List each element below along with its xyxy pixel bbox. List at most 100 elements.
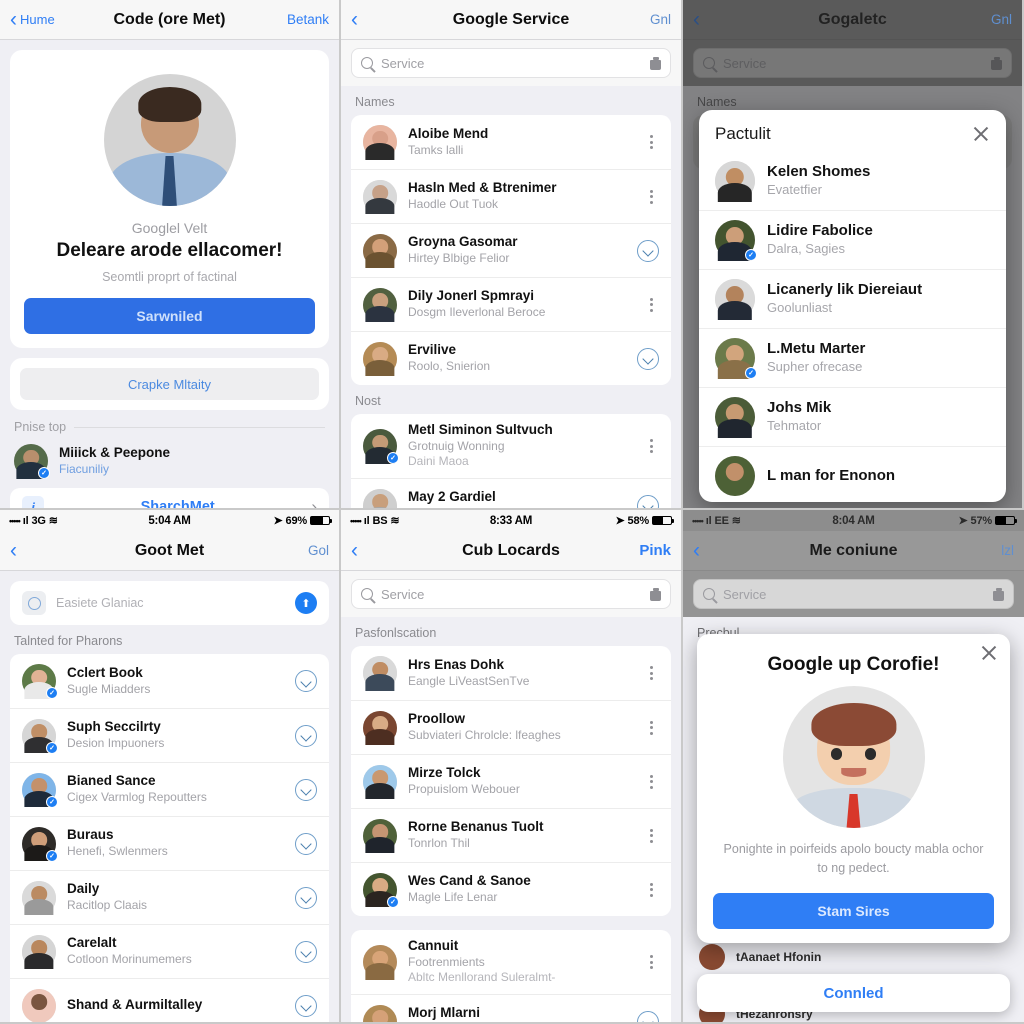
more-options-icon[interactable] <box>643 297 659 312</box>
chevron-left-icon: ‹ <box>10 8 17 31</box>
list-item[interactable]: Cannuit Footrenmients Abltc Menllorand Sul… <box>351 930 671 994</box>
screenshot-grid: ‹ Hume Code (ore Met) Betank Googlel Vel… <box>0 0 1024 1024</box>
list-item[interactable]: ✓ Cclert Book Sugle Miadders <box>10 654 329 708</box>
expand-chevron-icon[interactable] <box>295 724 317 747</box>
list-item[interactable]: ✓ Lidire Fabolice Dalra, Sagies <box>699 210 1006 269</box>
list-item[interactable]: Johs Mik Tehmator <box>699 387 1006 446</box>
back-button-p1[interactable]: ‹ Hume <box>10 9 55 30</box>
list-item[interactable]: ✓ Wes Cand & Sanoe Magle Life Lenar <box>351 862 671 916</box>
contact-name: Metl Siminon Sultvuch <box>408 422 553 437</box>
expand-chevron-icon[interactable] <box>295 994 317 1017</box>
contact-name: Kelen Shomes <box>767 163 871 181</box>
expand-chevron-icon[interactable] <box>637 1010 659 1022</box>
list-item[interactable]: Dily Jonerl Spmrayi Dosgm Ileverlonal Ber… <box>351 277 671 331</box>
more-options-icon[interactable] <box>643 666 659 680</box>
more-options-icon[interactable] <box>643 189 659 204</box>
close-icon[interactable] <box>972 125 990 143</box>
more-options-icon[interactable] <box>643 774 659 789</box>
list-item[interactable]: Licanerly lik Diereiaut Goolunliast <box>699 269 1006 328</box>
list-item[interactable]: Kelen Shomes Evatetfier <box>699 152 1006 210</box>
contact-sub: Eangle LiVeastSenTve <box>408 673 530 688</box>
send-icon[interactable]: ⬆ <box>295 592 317 614</box>
expand-chevron-icon[interactable] <box>295 940 317 963</box>
back-button-p4[interactable]: ‹ <box>10 540 17 561</box>
carrier-dots-icon: ••••• <box>9 515 21 526</box>
back-button-p6[interactable]: ‹ <box>693 540 700 561</box>
ghost-button-card: Crapke Mltaity <box>10 358 329 410</box>
list-item[interactable]: Groyna Gasomar Hirtey Blbige Felior <box>351 223 671 277</box>
search-input[interactable]: Service <box>693 579 1014 609</box>
search-input[interactable]: Service <box>351 579 671 609</box>
contact-name: Johs Mik <box>767 399 832 417</box>
list-item[interactable]: Proollow Subviateri Chrolcle: lfeaghes <box>351 700 671 754</box>
contact-name: Hasln Med & Btrenimer <box>408 180 557 196</box>
back-button-p2[interactable]: ‹ <box>351 9 358 30</box>
avatar: ✓ <box>715 220 757 261</box>
contact-sub: Desion Impuoners <box>67 736 165 751</box>
expand-chevron-icon[interactable] <box>295 832 317 855</box>
list-item[interactable]: Carelalt Cotloon Morinumemers <box>10 924 329 978</box>
nav-action-p5[interactable]: Pink <box>639 542 671 559</box>
nav-action-p2[interactable]: Gnl <box>650 12 671 27</box>
list-item[interactable]: May 2 GardielPutrs, Flour <box>351 478 671 508</box>
list-item[interactable]: Hrs Enas Dohk Eangle LiVeastSenTve <box>351 646 671 700</box>
contact-row-p1[interactable]: ✓ Miiick & Peepone Fiacuniliy <box>0 440 339 488</box>
contact-name: Lidire Fabolice <box>767 222 873 240</box>
more-options-icon[interactable] <box>643 720 659 735</box>
list-item[interactable]: Rorne Benanus Tuolt Tonrlon Thil <box>351 808 671 862</box>
nav-action-p1[interactable]: Betank <box>287 12 329 27</box>
expand-chevron-icon[interactable] <box>295 778 317 801</box>
trash-icon[interactable] <box>993 587 1004 601</box>
primary-action-button[interactable]: Sarwniled <box>24 298 315 334</box>
search-input[interactable]: Service <box>351 48 671 78</box>
close-icon-wrap[interactable] <box>980 644 998 662</box>
nav-action-p4[interactable]: Gol <box>308 543 329 558</box>
nav-action-p3[interactable]: Gnl <box>991 12 1012 27</box>
contact-name: Cclert Book <box>67 664 143 680</box>
list-item[interactable]: ✓ Buraus Henefi, Swlenmers <box>10 816 329 870</box>
more-options-icon[interactable] <box>643 882 659 897</box>
list-item[interactable]: Mirze Tolck Propuislom Webouer <box>351 754 671 808</box>
list-item[interactable]: Morj MlarniTown & Plope <box>351 994 671 1022</box>
expand-chevron-icon[interactable] <box>637 347 659 370</box>
trash-icon[interactable] <box>650 56 661 70</box>
info-icon: i <box>22 496 44 508</box>
avatar <box>715 279 755 320</box>
trash-icon[interactable] <box>650 587 661 601</box>
promo-primary-button[interactable]: Stam Sires <box>713 892 994 929</box>
list-item[interactable]: ✓ Bianed Sance Cigex Varmlog Repoutters <box>10 762 329 816</box>
more-options-icon[interactable] <box>643 135 659 149</box>
expand-chevron-icon[interactable] <box>637 239 659 262</box>
contact-sub: Racitlop Claais <box>67 898 148 913</box>
connect-button[interactable]: Connled <box>697 974 1010 1012</box>
close-icon[interactable] <box>980 644 998 662</box>
list-item[interactable]: Aloibe Mend Tamks lalli <box>351 115 671 169</box>
expand-chevron-icon[interactable] <box>295 886 317 909</box>
avatar <box>22 934 56 970</box>
contact-sub: Tonrlon Thil <box>408 836 470 851</box>
list-item[interactable]: ✓ L.Metu Marter Supher ofrecase <box>699 328 1006 387</box>
verified-badge-icon: ✓ <box>46 849 58 862</box>
status-bar-p5: ••••• ıl BS ≋ 8:33 AM ➤ 58% <box>341 510 681 531</box>
more-options-icon[interactable] <box>643 828 659 843</box>
expand-chevron-icon[interactable] <box>295 670 317 692</box>
contact-name: Suph Seccilrty <box>67 719 161 735</box>
list-item[interactable]: Hasln Med & Btrenimer Haodle Out Tuok <box>351 169 671 223</box>
list-item[interactable]: Ervilive Roolo, Snierion <box>351 331 671 385</box>
list-item[interactable]: Shand & Aurmiltalley <box>10 978 329 1022</box>
nav-action-p6[interactable]: lzl <box>1001 543 1014 558</box>
compose-bar[interactable]: Easiete Glaniac ⬆ <box>10 581 329 625</box>
contact-text: Miiick & Peepone Fiacuniliy <box>59 445 325 477</box>
list-item[interactable]: Daily Racitlop Claais <box>10 870 329 924</box>
footer-link-button[interactable]: i SharchMet › <box>10 488 329 508</box>
secondary-action-button[interactable]: Crapke Mltaity <box>20 368 319 400</box>
more-options-icon[interactable] <box>643 439 659 454</box>
expand-chevron-icon[interactable] <box>637 494 659 508</box>
promo-title: Google up Corofie! <box>767 654 940 675</box>
list-item[interactable]: ✓ Metl Siminon Sultvuch Grotnuig Wonning D… <box>351 414 671 478</box>
list-item[interactable]: ✓ Suph Seccilrty Desion Impuoners <box>10 708 329 762</box>
back-button-p5[interactable]: ‹ <box>351 540 358 561</box>
location-arrow-icon: ➤ <box>615 515 625 527</box>
more-options-icon[interactable] <box>643 955 659 970</box>
list-item[interactable]: L man for Enonon <box>699 446 1006 502</box>
